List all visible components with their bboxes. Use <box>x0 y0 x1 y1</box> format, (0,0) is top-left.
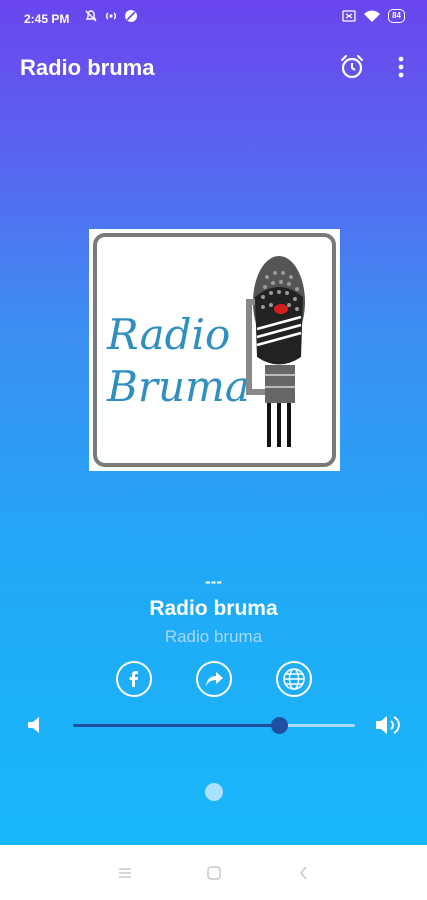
status-left-icons <box>84 9 138 23</box>
more-vert-icon[interactable] <box>389 53 413 81</box>
no-disturb-icon <box>125 10 137 22</box>
share-actions <box>0 661 427 701</box>
status-bar: 2:45 PM 84 <box>0 0 427 38</box>
home-icon[interactable] <box>203 863 225 883</box>
page-indicator-dot <box>205 783 223 801</box>
track-title: --- <box>205 572 222 591</box>
menu-icon[interactable] <box>114 863 136 883</box>
share-button[interactable] <box>196 661 232 697</box>
logo-line-2: Bruma <box>107 362 250 411</box>
station-artwork: Radio Bruma <box>89 229 340 471</box>
status-right-icons: 84 <box>342 9 405 23</box>
mute-icon <box>85 10 97 22</box>
app-screen: 2:45 PM 84 Radio bruma Radio Bruma --- R… <box>0 0 427 845</box>
volume-low-icon[interactable] <box>25 714 45 736</box>
logo-line-1: Radio <box>107 310 231 359</box>
globe-icon <box>283 668 305 690</box>
back-icon[interactable] <box>293 863 315 883</box>
volume-slider-thumb[interactable] <box>270 717 288 734</box>
status-time: 2:45 PM <box>24 12 70 26</box>
broadcast-icon <box>106 12 116 20</box>
system-nav-bar <box>0 845 427 900</box>
share-icon <box>206 672 223 686</box>
volume-slider-fill <box>73 724 279 727</box>
facebook-icon <box>129 671 138 687</box>
app-title: Radio bruma <box>20 55 155 80</box>
volume-high-icon[interactable] <box>374 712 404 738</box>
wifi-icon <box>364 10 381 22</box>
logo-wordmark: Radio Bruma <box>107 309 250 413</box>
sim-icon <box>342 10 356 22</box>
station-name: Radio bruma <box>149 597 278 620</box>
battery-indicator: 84 <box>388 9 405 23</box>
volume-control <box>0 710 427 740</box>
microphone-icon <box>246 256 305 447</box>
volume-slider[interactable] <box>73 717 355 734</box>
facebook-button[interactable] <box>116 661 152 697</box>
alarm-icon[interactable] <box>338 53 366 81</box>
website-button[interactable] <box>276 661 312 697</box>
station-subtitle: Radio bruma <box>164 627 263 646</box>
